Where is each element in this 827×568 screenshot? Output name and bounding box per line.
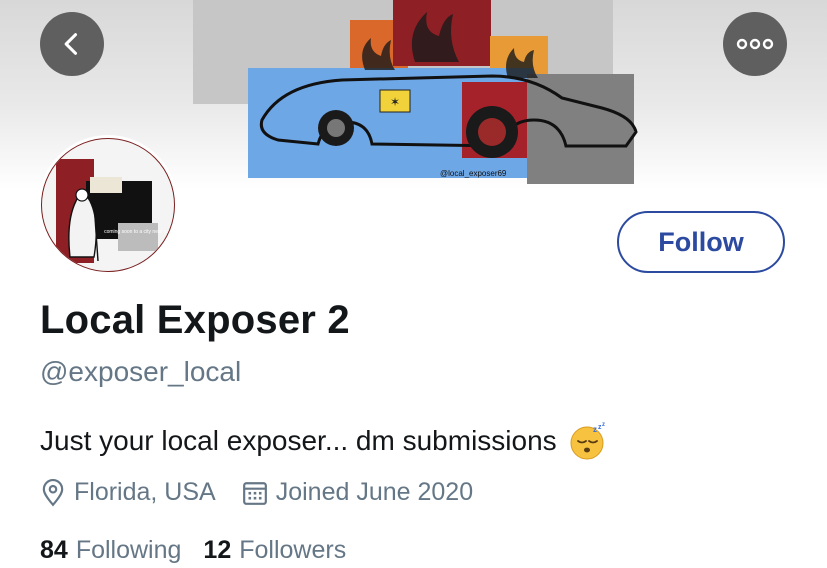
followers-count: 12 bbox=[203, 536, 232, 564]
svg-text:z: z bbox=[602, 422, 605, 428]
banner-watermark: @local_exposer69 bbox=[440, 169, 507, 178]
more-options-button[interactable] bbox=[723, 12, 787, 76]
joined-text: Joined June 2020 bbox=[275, 478, 474, 506]
location: Florida, USA bbox=[40, 478, 216, 507]
sleeping-face-emoji-icon: z z z bbox=[570, 422, 605, 460]
profile-meta: Florida, USA Joined June 2020 bbox=[40, 478, 473, 507]
following-label: Following bbox=[75, 536, 182, 564]
profile-bio: Just your local exposer... dm submission… bbox=[40, 422, 607, 460]
profile-stats: 84 Following 12 Followers bbox=[40, 536, 346, 565]
profile-handle: @exposer_local bbox=[40, 356, 242, 387]
chevron-left-icon bbox=[64, 33, 78, 55]
location-pin-icon bbox=[42, 478, 64, 507]
back-button[interactable] bbox=[40, 12, 104, 76]
svg-text:✶: ✶ bbox=[390, 95, 400, 109]
joined-date: Joined June 2020 bbox=[242, 478, 473, 507]
calendar-icon bbox=[242, 481, 267, 505]
avatar[interactable]: coming soon to a city near you bbox=[38, 135, 178, 275]
profile-name: Local Exposer 2 bbox=[40, 298, 350, 342]
following-link[interactable]: 84 Following bbox=[40, 536, 181, 565]
followers-label: Followers bbox=[239, 536, 347, 564]
followers-link[interactable]: 12 Followers bbox=[203, 536, 346, 565]
avatar-caption: coming soon to a city near you bbox=[104, 229, 172, 235]
location-text: Florida, USA bbox=[74, 478, 216, 506]
bio-text: Just your local exposer... dm submission… bbox=[40, 425, 557, 456]
svg-text:z: z bbox=[593, 425, 597, 434]
avatar-image: coming soon to a city near you bbox=[41, 138, 175, 272]
follow-button[interactable]: Follow bbox=[617, 211, 785, 273]
following-count: 84 bbox=[40, 536, 68, 564]
more-horizontal-icon bbox=[736, 38, 774, 50]
